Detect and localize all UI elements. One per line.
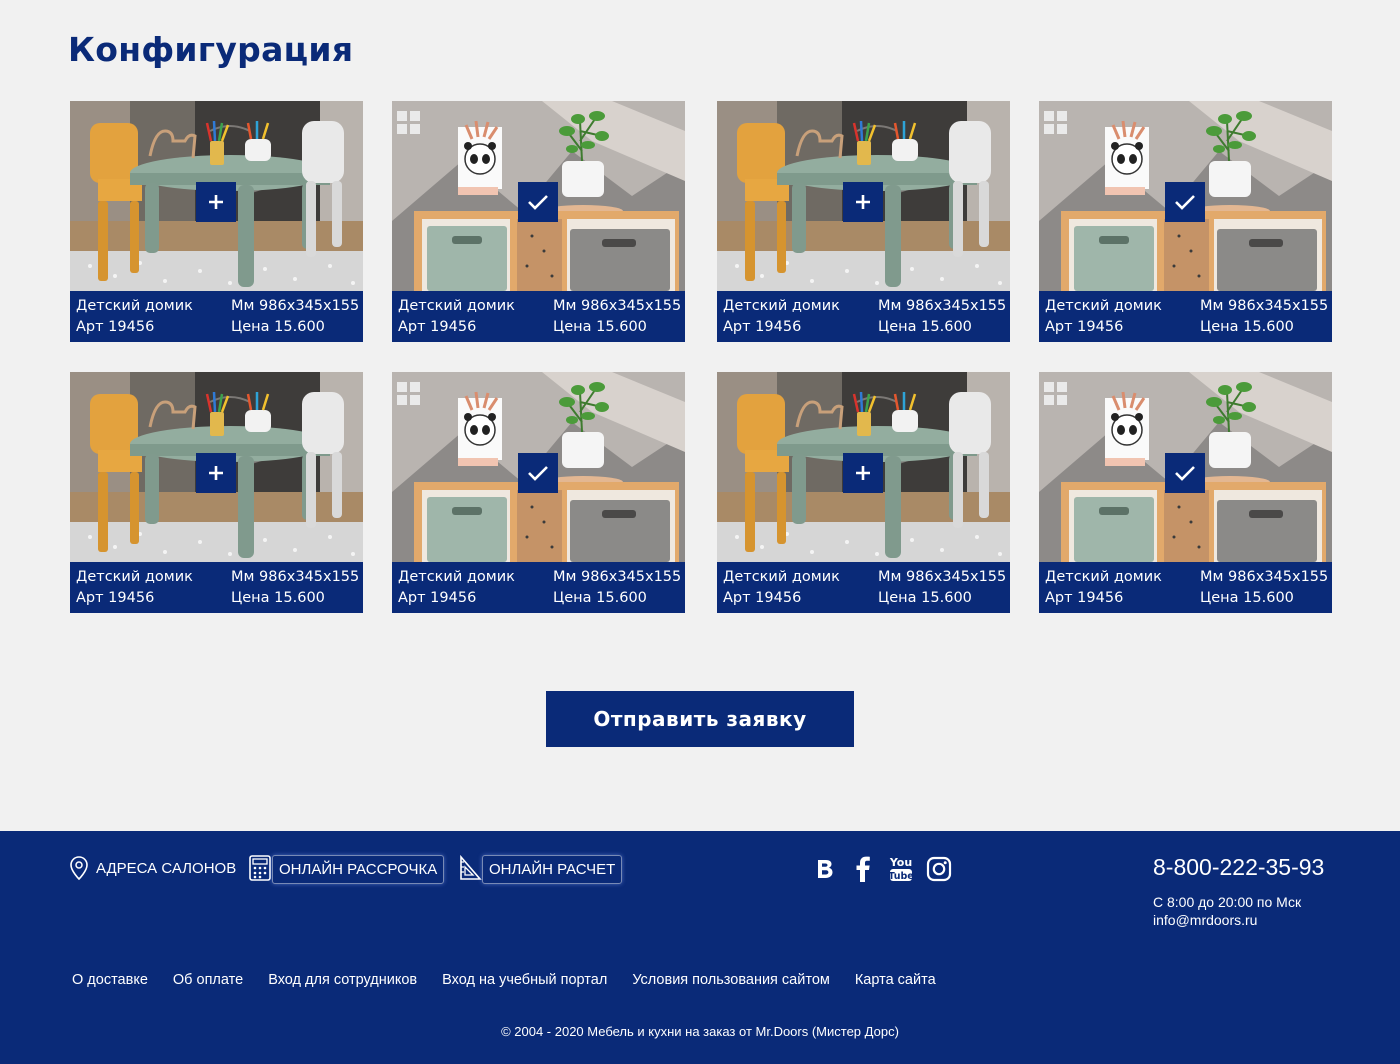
product-info: Детский домик Мм 986x345x155 Арт 19456 Ц… [1039,562,1332,613]
product-name: Детский домик [1045,569,1162,585]
svg-text:Tube: Tube [889,871,913,882]
product-card[interactable]: Детский домик Мм 986x345x155 Арт 19456 Ц… [1039,372,1332,613]
location-pin-icon [68,855,90,885]
salon-addresses-link[interactable]: АДРЕСА САЛОНОВ [68,855,242,884]
product-info: Детский домик Мм 986x345x155 Арт 19456 Ц… [1039,291,1332,342]
product-info: Детский домик Мм 986x345x155 Арт 19456 Ц… [392,562,685,613]
selected-check-button[interactable] [1165,182,1205,222]
product-article: Арт 19456 [398,319,477,335]
online-installment-label: ОНЛАЙН РАССРОЧКА [272,855,445,884]
selected-check-button[interactable] [518,453,558,493]
submit-request-button[interactable]: Отправить заявку [546,691,854,747]
vk-icon[interactable] [812,855,838,883]
learning-portal-link[interactable]: Вход на учебный портал [442,972,607,988]
product-article: Арт 19456 [1045,590,1124,606]
online-installment-link[interactable]: ОНЛАЙН РАССРОЧКА [248,854,445,885]
product-name: Детский домик [76,298,193,314]
copyright: © 2004 - 2020 Мебель и кухни на заказ от… [501,1024,899,1039]
product-card[interactable]: Детский домик Мм 986x345x155 Арт 19456 Ц… [1039,101,1332,342]
selected-check-button[interactable] [518,182,558,222]
product-price: Цена 15.600 [878,590,972,606]
add-to-config-button[interactable] [196,453,236,493]
product-price: Цена 15.600 [1200,319,1294,335]
add-to-config-button[interactable] [196,182,236,222]
product-price: Цена 15.600 [231,590,325,606]
check-icon [1174,464,1196,482]
product-size: Мм 986x345x155 [878,298,1007,314]
product-card[interactable]: Детский домик Мм 986x345x155 Арт 19456 Ц… [717,101,1010,342]
product-article: Арт 19456 [76,590,155,606]
selected-check-button[interactable] [1165,453,1205,493]
product-card[interactable]: Детский домик Мм 986x345x155 Арт 19456 Ц… [392,101,685,342]
product-price: Цена 15.600 [553,319,647,335]
product-price: Цена 15.600 [1200,590,1294,606]
product-article: Арт 19456 [76,319,155,335]
footer: АДРЕСА САЛОНОВ ОНЛАЙН РАССРОЧКА ОНЛАЙН Р… [0,831,1400,1064]
product-article: Арт 19456 [398,590,477,606]
product-card[interactable]: Детский домик Мм 986x345x155 Арт 19456 Ц… [717,372,1010,613]
product-name: Детский домик [398,298,515,314]
facebook-icon[interactable] [850,855,876,883]
staff-login-link[interactable]: Вход для сотрудников [268,972,417,988]
product-size: Мм 986x345x155 [231,298,360,314]
product-price: Цена 15.600 [553,590,647,606]
sitemap-link[interactable]: Карта сайта [855,972,936,988]
product-name: Детский домик [1045,298,1162,314]
product-name: Детский домик [76,569,193,585]
terms-link[interactable]: Условия пользования сайтом [632,972,830,988]
online-calculation-link[interactable]: ОНЛАЙН РАСЧЕТ [458,854,623,885]
check-icon [527,464,549,482]
phone-number[interactable]: 8-800-222-35-93 [1153,854,1324,881]
page-title: Конфигурация [68,30,354,69]
delivery-link[interactable]: О доставке [72,972,148,988]
product-article: Арт 19456 [1045,319,1124,335]
youtube-icon[interactable]: You Tube [888,855,914,883]
product-name: Детский домик [723,298,840,314]
plus-icon [207,464,225,482]
product-size: Мм 986x345x155 [1200,298,1329,314]
product-info: Детский домик Мм 986x345x155 Арт 19456 Ц… [392,291,685,342]
product-name: Детский домик [398,569,515,585]
working-hours: С 8:00 до 20:00 по Мск [1153,894,1302,910]
product-card[interactable]: Детский домик Мм 986x345x155 Арт 19456 Ц… [392,372,685,613]
product-name: Детский домик [723,569,840,585]
product-info: Детский домик Мм 986x345x155 Арт 19456 Ц… [70,291,363,342]
product-card[interactable]: Детский домик Мм 986x345x155 Арт 19456 Ц… [70,372,363,613]
social-links: You Tube [812,855,952,883]
product-size: Мм 986x345x155 [1200,569,1329,585]
footer-links: О доставке Об оплате Вход для сотруднико… [72,972,936,988]
check-icon [527,193,549,211]
online-calculation-label: ОНЛАЙН РАСЧЕТ [482,855,623,884]
email-link[interactable]: info@mrdoors.ru [1153,912,1257,928]
product-info: Детский домик Мм 986x345x155 Арт 19456 Ц… [70,562,363,613]
product-size: Мм 986x345x155 [878,569,1007,585]
product-size: Мм 986x345x155 [553,298,682,314]
check-icon [1174,193,1196,211]
plus-icon [854,193,872,211]
product-size: Мм 986x345x155 [231,569,360,585]
add-to-config-button[interactable] [843,453,883,493]
product-article: Арт 19456 [723,319,802,335]
product-price: Цена 15.600 [231,319,325,335]
product-info: Детский домик Мм 986x345x155 Арт 19456 Ц… [717,291,1010,342]
product-info: Детский домик Мм 986x345x155 Арт 19456 Ц… [717,562,1010,613]
plus-icon [854,464,872,482]
product-card[interactable]: Детский домик Мм 986x345x155 Арт 19456 Ц… [70,101,363,342]
product-article: Арт 19456 [723,590,802,606]
add-to-config-button[interactable] [843,182,883,222]
calculator-icon [248,854,272,885]
salon-addresses-label: АДРЕСА САЛОНОВ [96,860,237,877]
ruler-icon [458,854,482,885]
svg-text:You: You [889,856,912,869]
payment-link[interactable]: Об оплате [173,972,243,988]
product-price: Цена 15.600 [878,319,972,335]
instagram-icon[interactable] [926,855,952,883]
product-size: Мм 986x345x155 [553,569,682,585]
plus-icon [207,193,225,211]
